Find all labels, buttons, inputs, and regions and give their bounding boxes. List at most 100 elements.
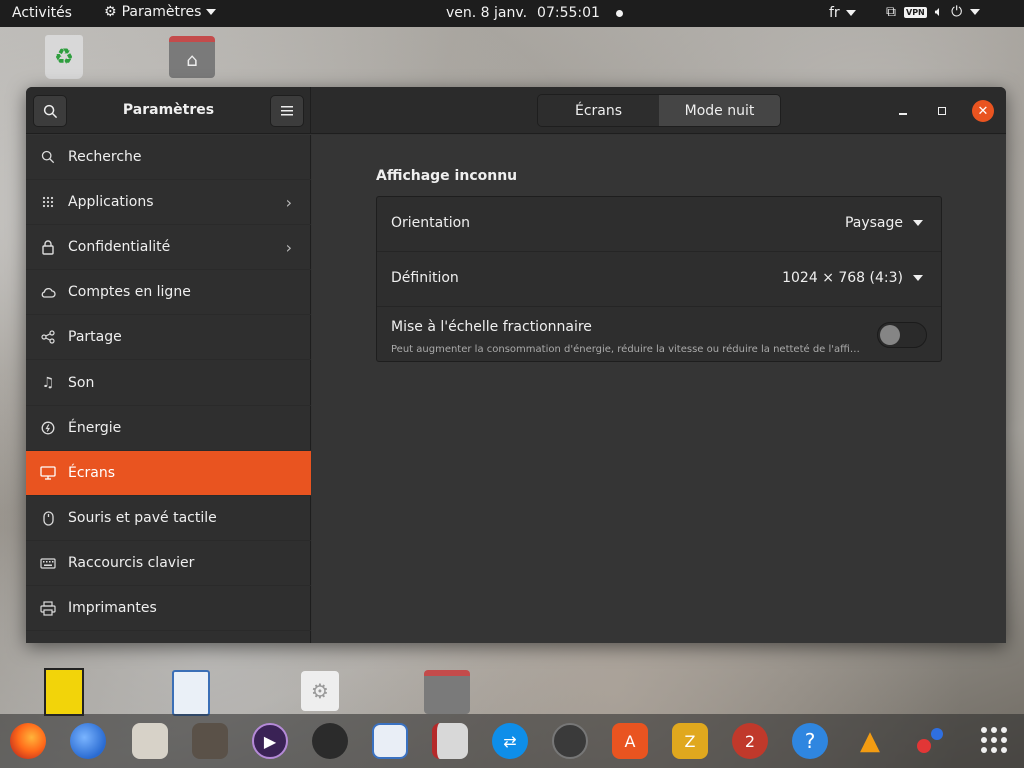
share-icon bbox=[39, 330, 57, 344]
chicken-game-icon[interactable]: 2 bbox=[732, 723, 768, 759]
cloud-icon bbox=[39, 287, 57, 298]
desktop-book-icon[interactable] bbox=[44, 668, 84, 716]
close-button[interactable]: ✕ bbox=[972, 100, 994, 122]
tab-displays[interactable]: Écrans bbox=[538, 95, 659, 126]
sidebar-item-applications[interactable]: Applications › bbox=[26, 180, 311, 225]
close-icon: ✕ bbox=[977, 103, 989, 119]
desktop-folder-icon[interactable] bbox=[424, 670, 470, 714]
sidebar-item-label: Partage bbox=[68, 329, 122, 345]
window-title: Paramètres bbox=[122, 102, 215, 118]
software-center-icon[interactable]: A bbox=[612, 723, 648, 759]
sidebar-item-mouse[interactable]: Souris et pavé tactile bbox=[26, 496, 311, 541]
system-tray[interactable]: ⧉ VPN 🔈︎ ⏻ bbox=[886, 4, 981, 20]
sidebar: Recherche Applications › Confidentialité… bbox=[26, 135, 311, 643]
language-selector[interactable]: fr bbox=[829, 5, 856, 21]
sidebar-item-label: Écrans bbox=[68, 465, 116, 481]
sidebar-item-label: Souris et pavé tactile bbox=[68, 510, 217, 526]
sidebar-item-privacy[interactable]: Confidentialité › bbox=[26, 225, 311, 270]
sidebar-item-sharing[interactable]: Partage bbox=[26, 315, 311, 360]
activities-button[interactable]: Activités bbox=[12, 5, 72, 21]
settings-window: Paramètres Écrans Mode nuit ✕ Recherche … bbox=[26, 87, 1006, 643]
keyboard-icon bbox=[39, 557, 57, 569]
sidebar-item-label: Son bbox=[68, 375, 95, 391]
network-icon: ⧉ bbox=[886, 4, 896, 20]
view-switcher: Écrans Mode nuit bbox=[537, 94, 781, 127]
dots-app-icon[interactable] bbox=[912, 723, 948, 759]
sidebar-item-search[interactable]: Recherche bbox=[26, 135, 311, 180]
desktop-document-icon[interactable] bbox=[172, 670, 210, 716]
fractional-scaling-label: Mise à l'échelle fractionnaire bbox=[391, 319, 592, 335]
clock-date: ven. 8 janv. bbox=[446, 5, 528, 21]
sidebar-item-displays[interactable]: Écrans bbox=[26, 451, 311, 496]
printer-icon bbox=[39, 600, 57, 616]
grid-dot-icon bbox=[991, 727, 997, 733]
files-icon[interactable] bbox=[132, 723, 168, 759]
resolution-row[interactable]: Définition 1024 × 768 (4:3) bbox=[377, 252, 941, 307]
grid-dot-icon bbox=[981, 747, 987, 753]
power-icon bbox=[39, 421, 57, 435]
maximize-button[interactable] bbox=[931, 100, 953, 122]
home-folder-icon[interactable]: ⌂ bbox=[169, 36, 215, 78]
firefox-icon[interactable] bbox=[10, 723, 46, 759]
sidebar-item-label: Raccourcis clavier bbox=[68, 555, 195, 571]
clock-icon[interactable] bbox=[552, 723, 588, 759]
grid-dot-icon bbox=[1001, 727, 1007, 733]
resolution-label: Définition bbox=[391, 270, 459, 286]
orientation-dropdown[interactable]: Paysage bbox=[845, 215, 923, 231]
minimize-button[interactable] bbox=[892, 100, 914, 122]
fractional-scaling-row: Mise à l'échelle fractionnaire Peut augm… bbox=[377, 307, 941, 362]
trash-icon[interactable]: ♻ bbox=[45, 35, 83, 79]
sidebar-item-label: Recherche bbox=[68, 149, 142, 165]
dock: ▶ ⇄ A Z 2 ? ▲ bbox=[0, 714, 1024, 768]
sidebar-item-keyboard[interactable]: Raccourcis clavier bbox=[26, 541, 311, 586]
fractional-scaling-toggle[interactable] bbox=[877, 322, 927, 348]
chevron-down-icon bbox=[206, 9, 217, 15]
chevron-right-icon: › bbox=[285, 192, 292, 212]
chevron-down-icon bbox=[913, 275, 923, 281]
display-settings-list: Orientation Paysage Définition 1024 × 76… bbox=[376, 196, 942, 362]
thunderbird-icon[interactable] bbox=[70, 723, 106, 759]
toggle-knob bbox=[880, 325, 900, 345]
grid-icon bbox=[39, 196, 57, 208]
sidebar-item-power[interactable]: Énergie bbox=[26, 406, 311, 451]
desktop-settings-icon[interactable]: ⚙ bbox=[301, 671, 339, 711]
section-title: Affichage inconnu bbox=[376, 168, 518, 184]
volume-icon: 🔈︎ bbox=[934, 4, 944, 20]
sidebar-item-sound[interactable]: ♫ Son bbox=[26, 361, 311, 406]
clock[interactable]: ven. 8 janv. 07:55:01 bbox=[446, 5, 623, 21]
menu-button[interactable] bbox=[270, 95, 304, 127]
show-applications-button[interactable] bbox=[981, 727, 1007, 753]
chevron-down-icon bbox=[913, 220, 923, 226]
gimp-icon[interactable] bbox=[192, 723, 228, 759]
app-menu[interactable]: ⚙ Paramètres bbox=[104, 4, 217, 20]
grid-dot-icon bbox=[991, 737, 997, 743]
power-icon: ⏻ bbox=[951, 4, 963, 20]
orientation-label: Orientation bbox=[391, 215, 471, 231]
clock-time: 07:55:01 bbox=[537, 5, 600, 21]
vlc-icon[interactable]: ▲ bbox=[852, 723, 888, 759]
orientation-row[interactable]: Orientation Paysage bbox=[377, 197, 941, 252]
media-player-icon[interactable]: ▶ bbox=[252, 723, 288, 759]
grid-dot-icon bbox=[981, 727, 987, 733]
chevron-down-icon bbox=[970, 9, 981, 15]
grid-dot-icon bbox=[1001, 747, 1007, 753]
notification-dot-icon bbox=[615, 9, 623, 17]
top-bar: Activités ⚙ Paramètres ven. 8 janv. 07:5… bbox=[0, 0, 1024, 27]
grid-dot-icon bbox=[991, 747, 997, 753]
gear-icon: ⚙ bbox=[104, 4, 117, 20]
sidebar-item-label: Imprimantes bbox=[68, 600, 157, 616]
resolution-dropdown[interactable]: 1024 × 768 (4:3) bbox=[782, 270, 923, 286]
help-icon[interactable]: ? bbox=[792, 723, 828, 759]
tab-night-light[interactable]: Mode nuit bbox=[659, 95, 780, 126]
orientation-value: Paysage bbox=[844, 215, 903, 231]
writer-icon[interactable] bbox=[372, 723, 408, 759]
minimize-icon bbox=[899, 113, 907, 115]
game-icon[interactable]: Z bbox=[672, 723, 708, 759]
sidebar-item-printers[interactable]: Imprimantes bbox=[26, 586, 311, 631]
monitor-icon bbox=[39, 466, 57, 480]
reader-icon[interactable] bbox=[432, 723, 468, 759]
teamviewer-icon[interactable]: ⇄ bbox=[492, 723, 528, 759]
sidebar-item-online-accounts[interactable]: Comptes en ligne bbox=[26, 270, 311, 315]
search-icon bbox=[39, 150, 57, 164]
inkscape-icon[interactable] bbox=[312, 723, 348, 759]
